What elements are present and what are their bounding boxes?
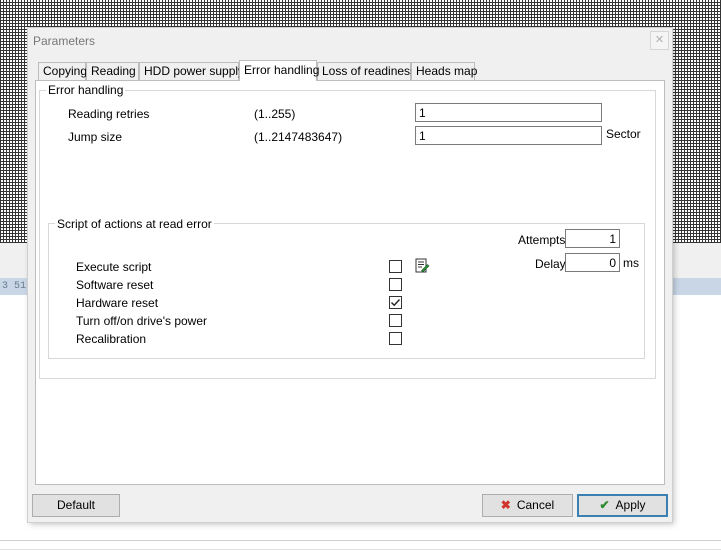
tab-copying[interactable]: Copying: [38, 62, 87, 80]
power-cycle-checkbox[interactable]: [389, 314, 402, 327]
error-handling-group-title: Error handling: [46, 83, 126, 97]
delay-unit: ms: [623, 256, 639, 270]
reading-retries-input[interactable]: [415, 103, 602, 122]
hardware-reset-checkbox[interactable]: [389, 296, 402, 309]
background-divider: [0, 549, 721, 550]
tab-reading[interactable]: Reading: [86, 62, 139, 80]
delay-input[interactable]: [565, 253, 620, 272]
default-button[interactable]: Default: [32, 494, 120, 517]
script-edit-icon[interactable]: [414, 258, 430, 274]
recalibration-label: Recalibration: [76, 332, 147, 346]
apply-check-icon: ✔: [599, 498, 610, 512]
execute-script-label: Execute script: [76, 260, 152, 274]
attempts-label: Attempts: [518, 233, 566, 247]
default-button-label: Default: [56, 498, 96, 512]
tab-panel: Error handling Reading retries (1..255) …: [35, 80, 665, 485]
script-actions-group-title: Script of actions at read error: [55, 217, 214, 231]
tab-error-handling[interactable]: Error handling: [239, 60, 319, 81]
title-bar[interactable]: Parameters ✕: [28, 28, 672, 54]
hardware-reset-label: Hardware reset: [76, 296, 159, 310]
apply-button-label: Apply: [615, 498, 646, 512]
tab-hdd-power-supply[interactable]: HDD power supply: [139, 62, 244, 80]
execute-script-checkbox[interactable]: [389, 260, 402, 273]
parameters-dialog: Parameters ✕ Copying Reading HDD power s…: [28, 28, 672, 522]
checkmark-icon: [391, 299, 401, 307]
attempts-input[interactable]: [565, 229, 620, 248]
power-cycle-label: Turn off/on drive's power: [76, 314, 208, 328]
cancel-button[interactable]: ✖ Cancel: [482, 494, 573, 517]
background-divider: [0, 540, 721, 541]
reading-retries-range: (1..255): [254, 107, 296, 121]
jump-size-range: (1..2147483647): [254, 130, 343, 144]
apply-button[interactable]: ✔ Apply: [577, 494, 668, 517]
tab-heads-map[interactable]: Heads map: [411, 62, 477, 80]
tab-loss-of-readiness[interactable]: Loss of readiness: [317, 62, 416, 80]
reading-retries-label: Reading retries: [68, 107, 150, 121]
software-reset-label: Software reset: [76, 278, 154, 292]
software-reset-checkbox[interactable]: [389, 278, 402, 291]
jump-size-input[interactable]: [415, 126, 602, 145]
close-icon: ✕: [654, 34, 665, 46]
jump-size-label: Jump size: [68, 130, 123, 144]
delay-label: Delay: [535, 257, 566, 271]
close-button[interactable]: ✕: [650, 31, 669, 50]
recalibration-checkbox[interactable]: [389, 332, 402, 345]
cancel-button-label: Cancel: [516, 498, 555, 512]
cancel-x-icon: ✖: [500, 498, 511, 512]
dialog-title: Parameters: [33, 34, 96, 48]
jump-size-unit: Sector: [606, 127, 641, 141]
hex-fragment: 3 51: [2, 281, 27, 292]
